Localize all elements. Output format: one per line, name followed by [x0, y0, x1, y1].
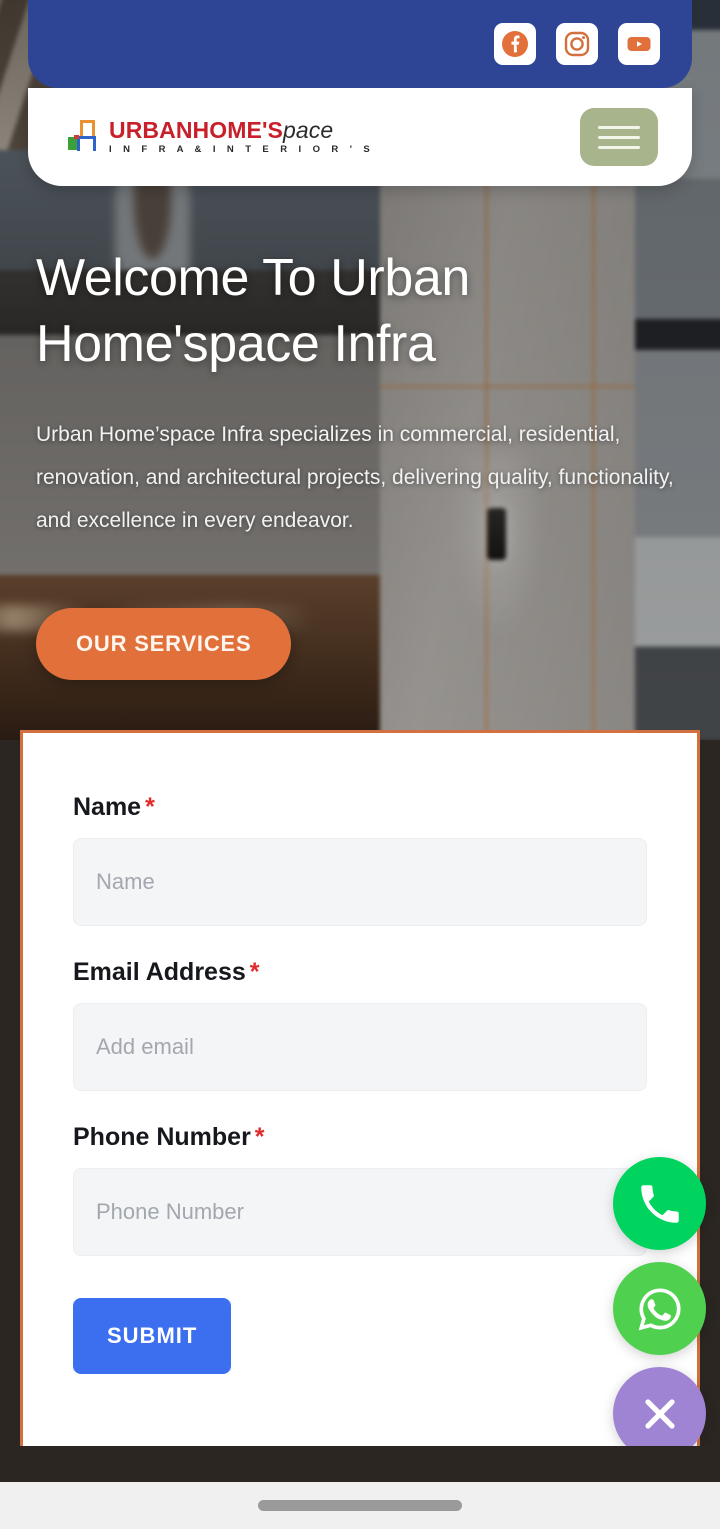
horizontal-scrollbar[interactable]: [0, 1482, 720, 1529]
floating-action-stack: [613, 1157, 706, 1460]
logo-mark-icon: [68, 120, 102, 154]
hero-subtitle: Urban Home’space Infra specializes in co…: [36, 423, 674, 533]
facebook-icon[interactable]: [494, 23, 536, 65]
youtube-icon[interactable]: [618, 23, 660, 65]
required-marker-name: *: [145, 793, 155, 821]
logo-secondary-text: pace: [282, 117, 334, 144]
our-services-button[interactable]: OUR SERVICES: [36, 608, 292, 681]
label-name-text: Name: [73, 793, 142, 821]
site-logo[interactable]: URBANHOME'Space I N F R A & I N T E R I …: [68, 119, 374, 155]
hamburger-menu-icon[interactable]: [580, 108, 658, 166]
logo-tagline: I N F R A & I N T E R I O R ' S: [109, 144, 375, 156]
scrollbar-thumb[interactable]: [258, 1500, 462, 1511]
submit-button[interactable]: SUBMIT: [73, 1298, 232, 1374]
field-email: Email Address *: [73, 958, 647, 1091]
label-phone-text: Phone Number: [73, 1123, 251, 1151]
phone-icon[interactable]: [613, 1157, 706, 1250]
logo-primary-text: URBANHOME'S: [109, 117, 283, 144]
email-input[interactable]: [73, 1003, 647, 1091]
browser-viewport: URBANHOME'Space I N F R A & I N T E R I …: [0, 0, 720, 1529]
required-marker-email: *: [249, 958, 260, 986]
required-marker-phone: *: [254, 1123, 265, 1151]
label-email-text: Email Address: [73, 958, 246, 986]
hero-title: Welcome To Urban Home'space Infra: [36, 249, 470, 373]
name-input[interactable]: [73, 838, 647, 926]
field-phone: Phone Number *: [73, 1123, 647, 1256]
page-bottom-strip: [0, 1446, 720, 1482]
hero-section: Welcome To Urban Home'space Infra Urban …: [0, 186, 720, 681]
contact-form-card: Name* Email Address* Phone Number* SUBMI…: [20, 730, 700, 1482]
site-header: URBANHOME'Space I N F R A & I N T E R I …: [28, 88, 692, 186]
label-name: Name *: [73, 793, 647, 822]
field-name: Name *: [73, 793, 647, 926]
phone-input[interactable]: [73, 1168, 647, 1256]
label-email: Email Address *: [73, 958, 647, 987]
whatsapp-icon[interactable]: [613, 1262, 706, 1355]
top-social-bar: [28, 0, 692, 88]
label-phone: Phone Number *: [73, 1123, 647, 1152]
instagram-icon[interactable]: [556, 23, 598, 65]
